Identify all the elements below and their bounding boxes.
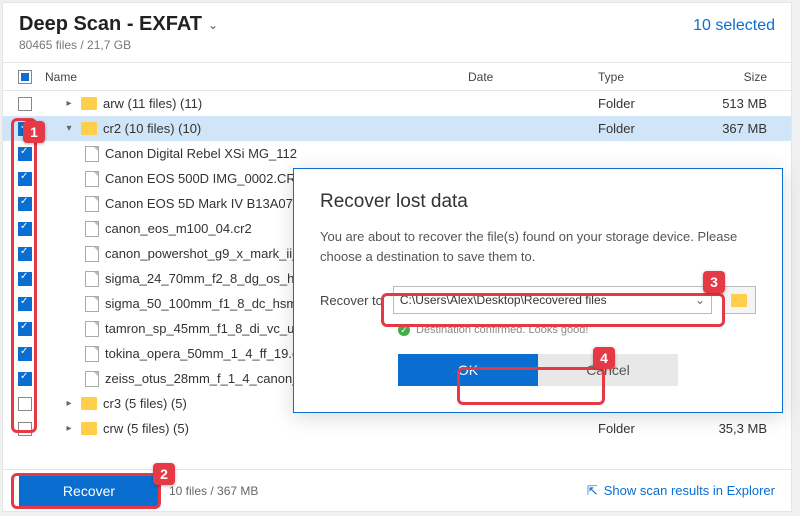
row-checkbox[interactable] bbox=[18, 372, 32, 386]
chevron-down-icon[interactable]: ⌄ bbox=[208, 18, 218, 32]
folder-row[interactable]: ▸ arw (11 files) (11) Folder513 MB bbox=[3, 91, 791, 116]
ok-button[interactable]: OK bbox=[398, 354, 538, 386]
file-icon bbox=[85, 296, 99, 312]
row-checkbox[interactable] bbox=[18, 222, 32, 236]
file-icon bbox=[85, 346, 99, 362]
col-type[interactable]: Type bbox=[598, 70, 703, 84]
row-checkbox[interactable] bbox=[18, 397, 32, 411]
show-in-explorer-label: Show scan results in Explorer bbox=[604, 483, 775, 498]
page-title: Deep Scan - EXFAT bbox=[19, 13, 202, 36]
expander-icon[interactable]: ▸ bbox=[63, 98, 75, 109]
recover-button[interactable]: Recover bbox=[19, 476, 159, 506]
row-checkbox[interactable] bbox=[18, 347, 32, 361]
annotation-3: 3 bbox=[703, 271, 725, 293]
file-icon bbox=[85, 271, 99, 287]
annotation-1: 1 bbox=[23, 121, 45, 143]
recover-to-label: Recover to bbox=[320, 293, 383, 308]
expander-icon[interactable]: ▸ bbox=[63, 423, 75, 434]
row-name: crw (5 files) (5) bbox=[103, 421, 468, 436]
file-icon bbox=[85, 196, 99, 212]
annotation-2: 2 bbox=[153, 463, 175, 485]
row-type: Folder bbox=[598, 96, 703, 111]
file-icon bbox=[85, 171, 99, 187]
check-circle-icon: ✓ bbox=[398, 324, 410, 336]
col-size[interactable]: Size bbox=[703, 70, 783, 84]
recover-path-input[interactable]: C:\Users\Alex\Desktop\Recovered files ⌄ bbox=[393, 286, 712, 314]
chevron-down-icon[interactable]: ⌄ bbox=[695, 293, 705, 307]
file-icon bbox=[85, 146, 99, 162]
annotation-4: 4 bbox=[593, 347, 615, 369]
row-checkbox[interactable] bbox=[18, 322, 32, 336]
file-icon bbox=[85, 246, 99, 262]
selection-summary: 10 files / 367 MB bbox=[169, 484, 258, 498]
file-icon bbox=[85, 321, 99, 337]
table-header: Name Date Type Size bbox=[3, 63, 791, 91]
row-type: Folder bbox=[598, 421, 703, 436]
row-name: cr2 (10 files) (10) bbox=[103, 121, 468, 136]
show-in-explorer-link[interactable]: ⇱ Show scan results in Explorer bbox=[587, 483, 775, 499]
footer-bar: Recover 10 files / 367 MB ⇱ Show scan re… bbox=[3, 469, 791, 511]
col-date[interactable]: Date bbox=[468, 70, 598, 84]
col-name[interactable]: Name bbox=[39, 70, 468, 84]
folder-icon bbox=[731, 294, 747, 307]
browse-button[interactable] bbox=[722, 286, 756, 314]
recover-path-value: C:\Users\Alex\Desktop\Recovered files bbox=[400, 293, 607, 307]
dialog-title: Recover lost data bbox=[320, 191, 756, 213]
row-size: 367 MB bbox=[703, 121, 783, 136]
scan-summary: 80465 files / 21,7 GB bbox=[19, 38, 218, 52]
destination-confirmed: Destination confirmed. Looks good! bbox=[416, 324, 588, 336]
file-icon bbox=[85, 371, 99, 387]
folder-icon bbox=[81, 397, 97, 410]
row-checkbox[interactable] bbox=[18, 172, 32, 186]
row-checkbox[interactable] bbox=[18, 197, 32, 211]
folder-row[interactable]: ▸ crw (5 files) (5) Folder35,3 MB bbox=[3, 416, 791, 441]
expander-icon[interactable]: ▸ bbox=[63, 398, 75, 409]
folder-icon bbox=[81, 97, 97, 110]
dialog-body: You are about to recover the file(s) fou… bbox=[320, 227, 756, 266]
row-checkbox[interactable] bbox=[18, 422, 32, 436]
row-size: 35,3 MB bbox=[703, 421, 783, 436]
file-icon bbox=[85, 221, 99, 237]
row-type: Folder bbox=[598, 121, 703, 136]
row-checkbox[interactable] bbox=[18, 97, 32, 111]
folder-icon bbox=[81, 422, 97, 435]
row-name: Canon Digital Rebel XSi MG_112 bbox=[105, 146, 468, 161]
folder-row[interactable]: ▾ cr2 (10 files) (10) Folder367 MB bbox=[3, 116, 791, 141]
selected-count: 10 selected bbox=[693, 17, 775, 35]
row-checkbox[interactable] bbox=[18, 297, 32, 311]
row-checkbox[interactable] bbox=[18, 247, 32, 261]
row-checkbox[interactable] bbox=[18, 272, 32, 286]
header: Deep Scan - EXFAT ⌄ 80465 files / 21,7 G… bbox=[3, 3, 791, 63]
select-all-checkbox[interactable] bbox=[18, 70, 32, 84]
external-link-icon: ⇱ bbox=[587, 483, 598, 499]
row-name: arw (11 files) (11) bbox=[103, 96, 468, 111]
row-checkbox[interactable] bbox=[18, 147, 32, 161]
folder-icon bbox=[81, 122, 97, 135]
file-row[interactable]: Canon Digital Rebel XSi MG_112 bbox=[3, 141, 791, 166]
expander-icon[interactable]: ▾ bbox=[63, 123, 75, 134]
row-size: 513 MB bbox=[703, 96, 783, 111]
